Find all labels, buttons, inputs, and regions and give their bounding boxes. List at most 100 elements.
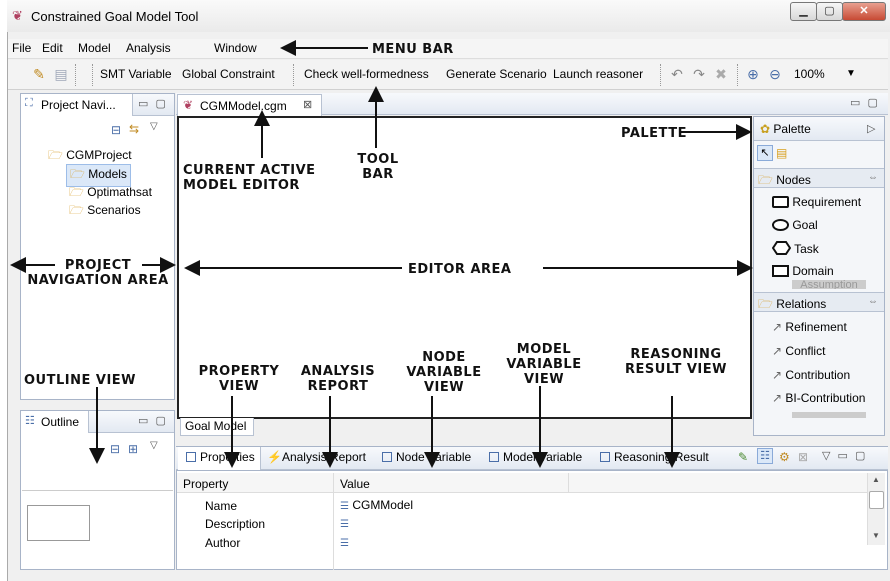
properties-icon bbox=[186, 452, 196, 462]
folder-icon: 🗁 bbox=[758, 173, 773, 187]
chevron-down-icon[interactable]: ▼ bbox=[846, 64, 856, 84]
smt-variable-button[interactable]: SMT Variable bbox=[100, 67, 172, 81]
global-constraint-button[interactable]: Global Constraint bbox=[182, 67, 275, 81]
annotation-palette: PALETTE bbox=[621, 126, 687, 141]
requirement-shape-icon bbox=[772, 196, 789, 208]
generate-scenario-button[interactable]: Generate Scenario bbox=[446, 67, 547, 81]
minimize-maximize-icons[interactable]: ▭ ▢ bbox=[138, 97, 168, 110]
annotation-tool-bar: TOOL BAR bbox=[357, 152, 399, 182]
property-name-cell: Name bbox=[205, 499, 238, 513]
tab-goal-model[interactable]: Goal Model bbox=[180, 418, 254, 436]
pin-view-icon[interactable]: ✎ bbox=[738, 450, 748, 464]
tab-project-navigator[interactable]: ⛶ Project Navi... bbox=[21, 94, 133, 116]
note-tool-icon[interactable]: ▤ bbox=[776, 145, 792, 161]
outline-tab-label: Outline bbox=[41, 415, 80, 429]
close-tab-icon[interactable]: ⊠ bbox=[303, 98, 312, 111]
navigator-icon: ⛶ bbox=[25, 97, 33, 109]
undo-icon[interactable]: ↶ bbox=[668, 65, 686, 83]
palette-item-bi-contribution[interactable]: ↗ BI-Contribution bbox=[772, 391, 865, 405]
tab-properties[interactable]: Properties bbox=[186, 450, 255, 464]
minimize-button[interactable]: ▁ bbox=[790, 2, 817, 21]
restore-default-icon[interactable]: ⊠ bbox=[798, 450, 808, 464]
palette-item-contribution[interactable]: ↗ Contribution bbox=[772, 368, 850, 382]
minimize-maximize-icons[interactable]: ▭ ▢ bbox=[850, 96, 880, 109]
close-button[interactable]: ✕ bbox=[842, 2, 886, 21]
palette-item-label: Task bbox=[794, 242, 819, 256]
check-well-formedness-button[interactable]: Check well-formedness bbox=[304, 67, 429, 81]
drawer-pin-icon[interactable]: ⇔ bbox=[868, 172, 878, 183]
link-with-editor-icon[interactable]: ⇆ bbox=[129, 122, 139, 136]
model-variable-icon bbox=[489, 452, 499, 462]
menu-edit[interactable]: Edit bbox=[42, 41, 63, 55]
toolbar-separator bbox=[660, 64, 661, 86]
column-divider bbox=[333, 473, 334, 570]
tab-label: Model Variable bbox=[503, 450, 583, 464]
collapse-all-icon[interactable]: ⊟ bbox=[110, 442, 120, 456]
text-value-icon: ☰ bbox=[340, 538, 349, 547]
delete-icon[interactable]: ✖ bbox=[712, 65, 730, 83]
view-menu-icon[interactable]: ▽ bbox=[150, 121, 158, 132]
tab-analysis-report[interactable]: ⚡Analysis Report bbox=[267, 450, 366, 464]
tab-label: Reasoning Result bbox=[614, 450, 709, 464]
palette-item-requirement[interactable]: Requirement bbox=[772, 195, 861, 209]
folder-icon: 🗁 bbox=[69, 203, 84, 217]
zoom-in-icon[interactable]: ⊕ bbox=[744, 65, 762, 83]
tab-node-variable[interactable]: Node Variable bbox=[382, 450, 471, 464]
nodes-drawer[interactable]: 🗁 Nodes bbox=[758, 171, 811, 192]
folder-label: Models bbox=[88, 167, 127, 181]
tab-model-variable[interactable]: Model Variable bbox=[489, 450, 582, 464]
editor-tab-label: CGMModel.cgm bbox=[200, 99, 287, 113]
vertical-scrollbar[interactable]: ▲ ▼ bbox=[867, 473, 885, 545]
palette-item-task[interactable]: Task bbox=[771, 241, 819, 256]
view-menu-minimize-maximize[interactable]: ▽ ▭ ▢ bbox=[822, 449, 867, 462]
menu-model[interactable]: Model bbox=[78, 41, 111, 55]
column-header-property[interactable]: Property bbox=[183, 477, 228, 491]
zoom-out-icon[interactable]: ⊖ bbox=[766, 65, 784, 83]
redo-icon[interactable]: ↷ bbox=[690, 65, 708, 83]
scroll-up-icon[interactable]: ▲ bbox=[872, 475, 880, 484]
property-value-cell[interactable]: ☰ bbox=[340, 535, 349, 547]
annotation-reasoning-result: REASONING RESULT VIEW bbox=[625, 347, 727, 377]
palette-title[interactable]: ✿ Palette bbox=[760, 122, 811, 136]
menu-window[interactable]: Window bbox=[214, 41, 257, 55]
palette-item-domain[interactable]: Domain bbox=[772, 264, 834, 278]
relations-drawer[interactable]: 🗁 Relations bbox=[758, 295, 826, 316]
collapse-all-icon[interactable]: ⊟ bbox=[111, 123, 121, 137]
outline-thumbnail[interactable] bbox=[27, 505, 90, 541]
scroll-down-icon[interactable]: ▼ bbox=[872, 531, 880, 540]
drawer-pin-icon[interactable]: ⇔ bbox=[868, 296, 878, 307]
annotation-outline-view: OUTLINE VIEW bbox=[24, 373, 136, 388]
task-shape-icon bbox=[771, 241, 792, 255]
launch-reasoner-button[interactable]: Launch reasoner bbox=[553, 67, 643, 81]
show-categories-icon[interactable]: ☷ bbox=[757, 448, 773, 464]
show-advanced-icon[interactable]: ⚙ bbox=[779, 450, 790, 464]
palette-item-conflict[interactable]: ↗ Conflict bbox=[772, 344, 825, 358]
palette-item-goal[interactable]: Goal bbox=[772, 218, 818, 232]
column-divider bbox=[568, 473, 569, 493]
maximize-button[interactable]: ▢ bbox=[816, 2, 843, 21]
expand-all-icon[interactable]: ⊞ bbox=[128, 442, 138, 456]
tab-cgmmodel-editor[interactable]: ❦ CGMModel.cgm ⊠ bbox=[177, 94, 322, 116]
save-icon[interactable]: ▤ bbox=[52, 65, 70, 83]
palette-item-assumption[interactable]: Assumption bbox=[792, 280, 866, 289]
palette-item-refinement[interactable]: ↗ Refinement bbox=[772, 320, 847, 334]
palette-scroll-indicator[interactable] bbox=[792, 412, 866, 418]
conflict-arrow-icon: ↗ bbox=[772, 344, 783, 358]
contribution-arrow-icon: ↗ bbox=[772, 368, 783, 382]
view-menu-icon[interactable]: ▽ bbox=[150, 440, 158, 451]
scrollbar-thumb[interactable] bbox=[869, 491, 884, 509]
new-file-icon[interactable]: ✎ bbox=[30, 65, 48, 83]
minimize-maximize-icons[interactable]: ▭ ▢ bbox=[138, 414, 168, 427]
menu-file[interactable]: File bbox=[12, 41, 31, 55]
palette-collapse-icon[interactable]: ▷ bbox=[867, 122, 875, 135]
menu-analysis[interactable]: Analysis bbox=[126, 41, 171, 55]
select-tool-icon[interactable]: ↖ bbox=[757, 145, 773, 161]
tab-outline[interactable]: ☷ Outline bbox=[21, 411, 89, 433]
folder-icon: 🗁 bbox=[758, 297, 773, 311]
tree-item-scenarios[interactable]: 🗁 Scenarios bbox=[69, 201, 141, 222]
tab-reasoning-result[interactable]: Reasoning Result bbox=[600, 450, 709, 464]
outline-divider bbox=[22, 490, 173, 491]
column-header-value[interactable]: Value bbox=[340, 477, 370, 491]
property-value-cell[interactable]: ☰ bbox=[340, 516, 349, 530]
property-value-cell[interactable]: ☰ CGMModel bbox=[340, 498, 413, 512]
